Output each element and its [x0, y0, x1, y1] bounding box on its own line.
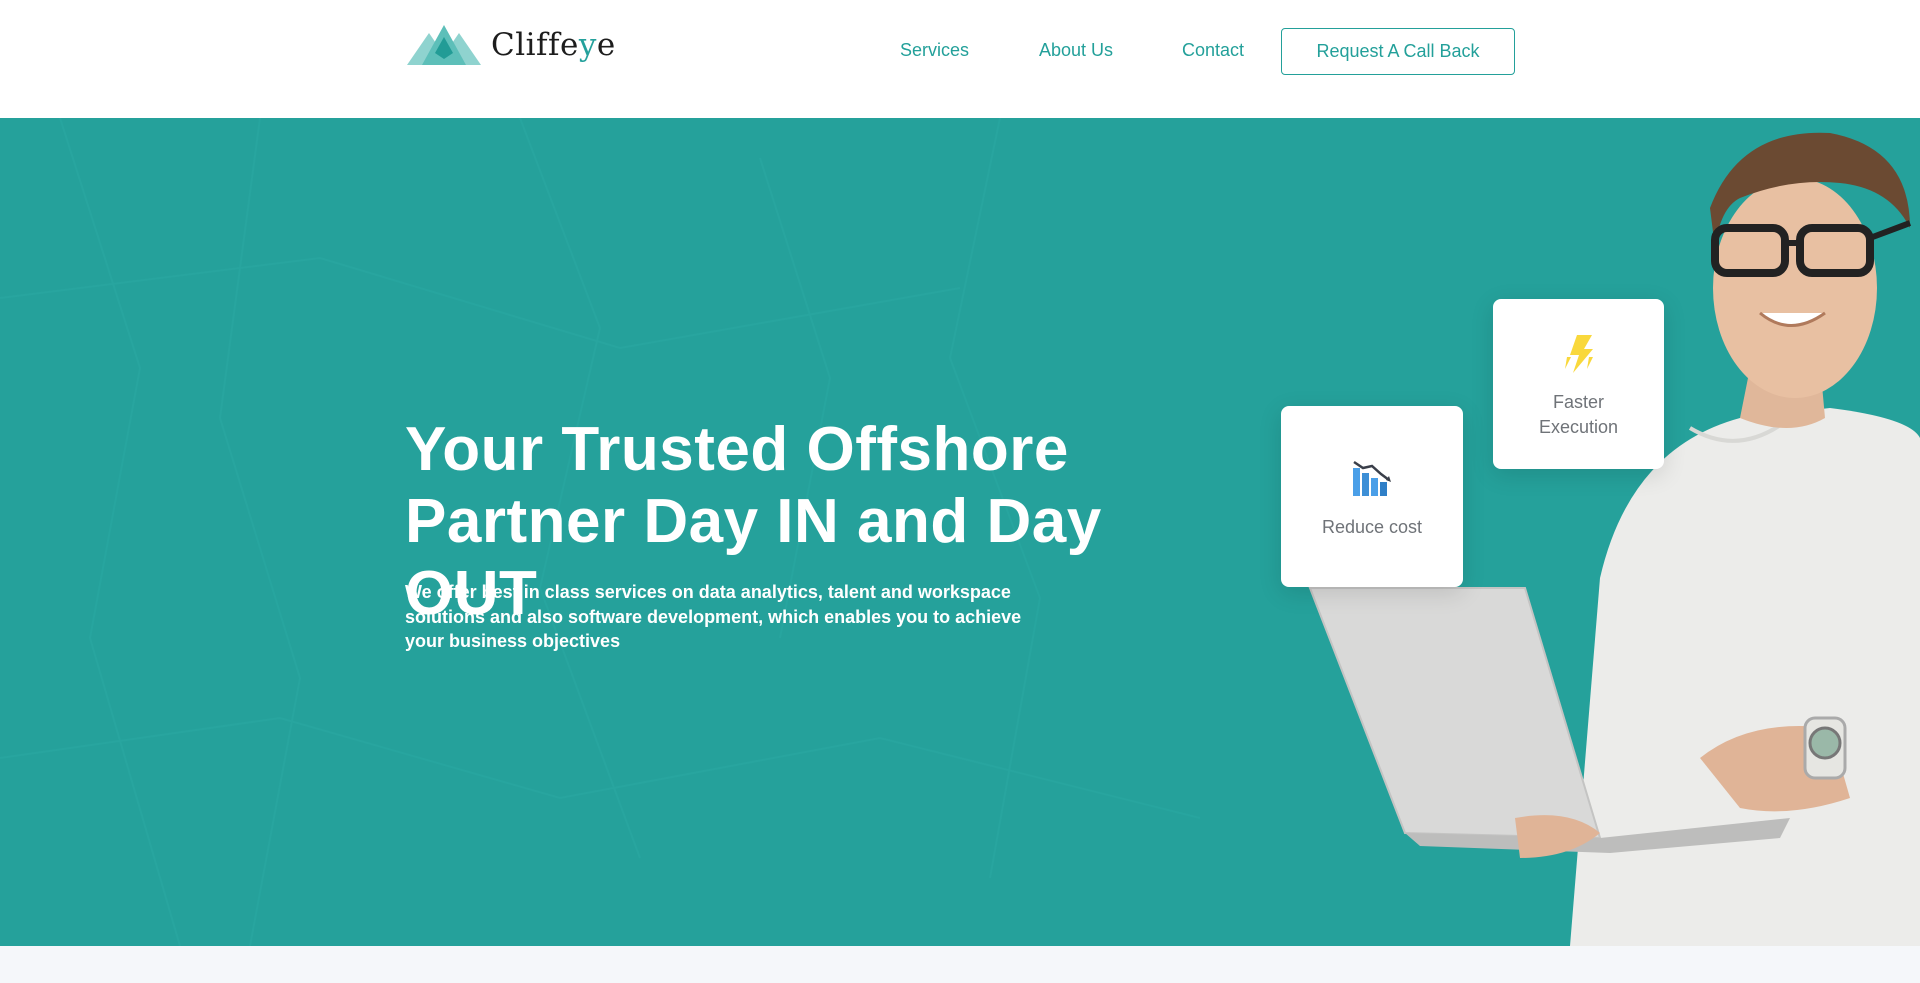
- lightning-bolt-icon: [1559, 333, 1599, 380]
- nav-services-link[interactable]: Services: [900, 40, 969, 61]
- hero-subtitle: We offer best in class services on data …: [405, 582, 1022, 651]
- logo[interactable]: Cliffeye: [407, 20, 616, 70]
- reduce-cost-card: Reduce cost: [1281, 406, 1463, 587]
- nav-contact-link[interactable]: Contact: [1182, 40, 1244, 61]
- next-section-strip: [0, 946, 1920, 983]
- nav-about-us-link[interactable]: About Us: [1039, 40, 1113, 61]
- faster-execution-label: Faster Execution: [1538, 392, 1619, 437]
- site-header: Cliffeye Services About Us Contact Reque…: [0, 0, 1920, 118]
- reduce-cost-label: Reduce cost: [1321, 517, 1423, 537]
- bar-chart-decline-icon: [1351, 456, 1393, 503]
- mountain-logo-icon: [407, 25, 481, 65]
- logo-wordmark: Cliffeye: [491, 27, 616, 63]
- request-call-back-button[interactable]: Request A Call Back: [1281, 28, 1515, 75]
- hero-section: Your Trusted Offshore Partner Day IN and…: [0, 118, 1920, 946]
- faster-execution-card: Faster Execution: [1493, 299, 1664, 469]
